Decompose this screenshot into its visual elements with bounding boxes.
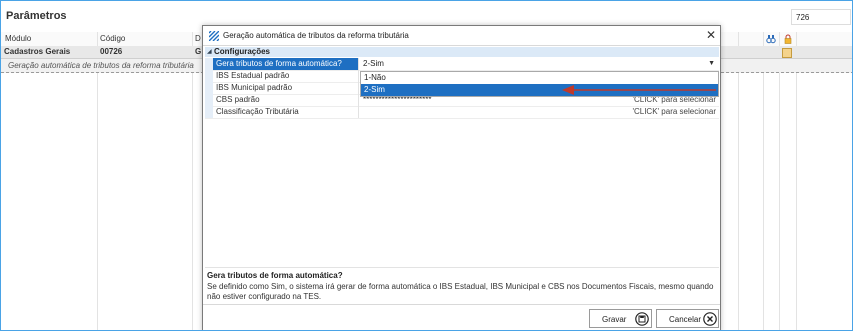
save-label: Gravar [602,315,627,324]
category-label: Configurações [214,47,271,56]
row-gutter [205,94,213,106]
column-divider [97,32,98,330]
dialog-title-bar: Geração automática de tributos da reform… [203,26,720,46]
cancel-label: Cancelar [669,315,702,324]
column-divider [779,32,780,330]
cell-code: 00726 [100,47,123,56]
cell-module: Cadastros Gerais [4,47,71,56]
row-gutter [205,82,213,94]
save-button[interactable]: Gravar [589,309,652,328]
lock-icon[interactable] [783,34,793,44]
column-divider [738,32,739,330]
dialog: Geração automática de tributos da reform… [202,25,721,330]
property-value: 2-Sim [363,59,384,68]
row-gutter [205,106,213,118]
cancel-button[interactable]: Cancelar [656,309,719,328]
close-icon[interactable]: ✕ [706,28,716,42]
collapse-triangle-icon[interactable]: ◢ [207,48,212,55]
property-name: CBS padrão [213,94,359,106]
description-panel: Gera tributos de forma automática? Se de… [205,267,719,304]
row-gutter [205,70,213,82]
annotation-arrow [562,85,716,95]
property-row[interactable]: Classificação Tributária 'CLICK' para se… [205,106,719,119]
search-input[interactable]: 726 [791,9,851,25]
binoculars-icon[interactable] [766,34,776,44]
description-title: Gera tributos de forma automática? [207,271,343,280]
app-window: Parâmetros 726 Módulo Código D Cadastros… [0,0,853,331]
save-icon [635,312,649,326]
chevron-down-icon[interactable]: ▼ [708,58,715,70]
property-name: IBS Municipal padrão [213,82,359,94]
cell-description: G [195,47,202,56]
column-divider [796,32,797,330]
property-value-select[interactable]: 2-Sim ▼ [360,58,719,70]
column-divider [763,32,764,330]
description-body: Se definido como Sim, o sistema irá gera… [207,282,714,301]
column-description[interactable]: D [195,34,201,43]
column-module[interactable]: Módulo [5,34,31,43]
page-title: Parâmetros [6,10,67,22]
property-value[interactable]: 'CLICK' para selecionar [360,106,719,118]
column-divider [192,32,193,330]
property-name: Classificação Tributária [213,106,359,118]
row-gutter [205,58,213,70]
click-hint: 'CLICK' para selecionar [632,107,716,116]
row-lock-icon[interactable] [782,48,792,58]
app-logo-icon [209,31,219,41]
cancel-icon [703,312,717,326]
column-code[interactable]: Código [100,34,125,43]
row-description: Geração automática de tributos da reform… [8,61,194,70]
dialog-footer: Gravar Cancelar [203,304,720,330]
dialog-title: Geração automática de tributos da reform… [223,31,409,40]
property-name: Gera tributos de forma automática? [213,58,359,70]
property-name: IBS Estadual padrão [213,70,359,82]
category-configuracoes[interactable]: ◢ Configurações [205,47,719,57]
